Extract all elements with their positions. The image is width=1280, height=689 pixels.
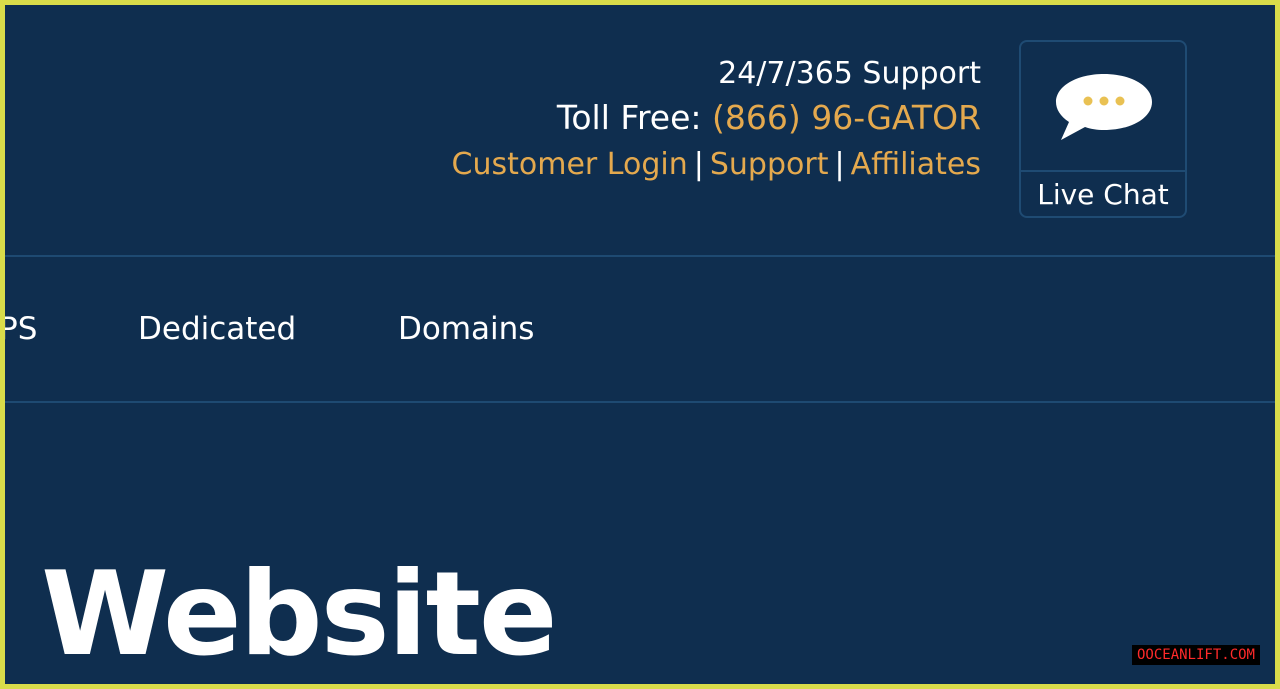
site-header: 24/7/365 Support Toll Free: (866) 96-GAT… bbox=[5, 5, 1275, 255]
watermark: OOCEANLIFT.COM bbox=[1131, 645, 1260, 665]
toll-free-line: Toll Free: (866) 96-GATOR bbox=[452, 93, 981, 143]
customer-login-link[interactable]: Customer Login bbox=[452, 147, 688, 182]
live-chat-button[interactable]: Live Chat bbox=[1019, 40, 1187, 218]
nav-item-dedicated[interactable]: Dedicated bbox=[138, 309, 296, 349]
support-info: 24/7/365 Support Toll Free: (866) 96-GAT… bbox=[452, 55, 981, 187]
header-links: Customer Login | Support | Affiliates bbox=[452, 143, 981, 187]
support-hours: 24/7/365 Support bbox=[718, 56, 981, 91]
nav-divider bbox=[5, 401, 1275, 403]
hero-title: l Website bbox=[5, 547, 558, 682]
live-chat-label: Live Chat bbox=[1037, 178, 1169, 211]
link-separator: | bbox=[693, 147, 704, 182]
page-frame: 24/7/365 Support Toll Free: (866) 96-GAT… bbox=[5, 5, 1275, 684]
affiliates-link[interactable]: Affiliates bbox=[851, 147, 981, 182]
nav-item-vps[interactable]: PS bbox=[5, 309, 37, 349]
main-nav: PS Dedicated Domains bbox=[5, 257, 1275, 403]
toll-free-label: Toll Free: bbox=[556, 98, 713, 137]
chat-bubble-icon bbox=[1056, 74, 1152, 140]
link-separator: | bbox=[834, 147, 845, 182]
nav-item-domains[interactable]: Domains bbox=[398, 309, 534, 349]
support-link[interactable]: Support bbox=[710, 147, 829, 182]
toll-free-number[interactable]: (866) 96-GATOR bbox=[712, 98, 981, 137]
live-chat-icon-area bbox=[1021, 42, 1185, 172]
